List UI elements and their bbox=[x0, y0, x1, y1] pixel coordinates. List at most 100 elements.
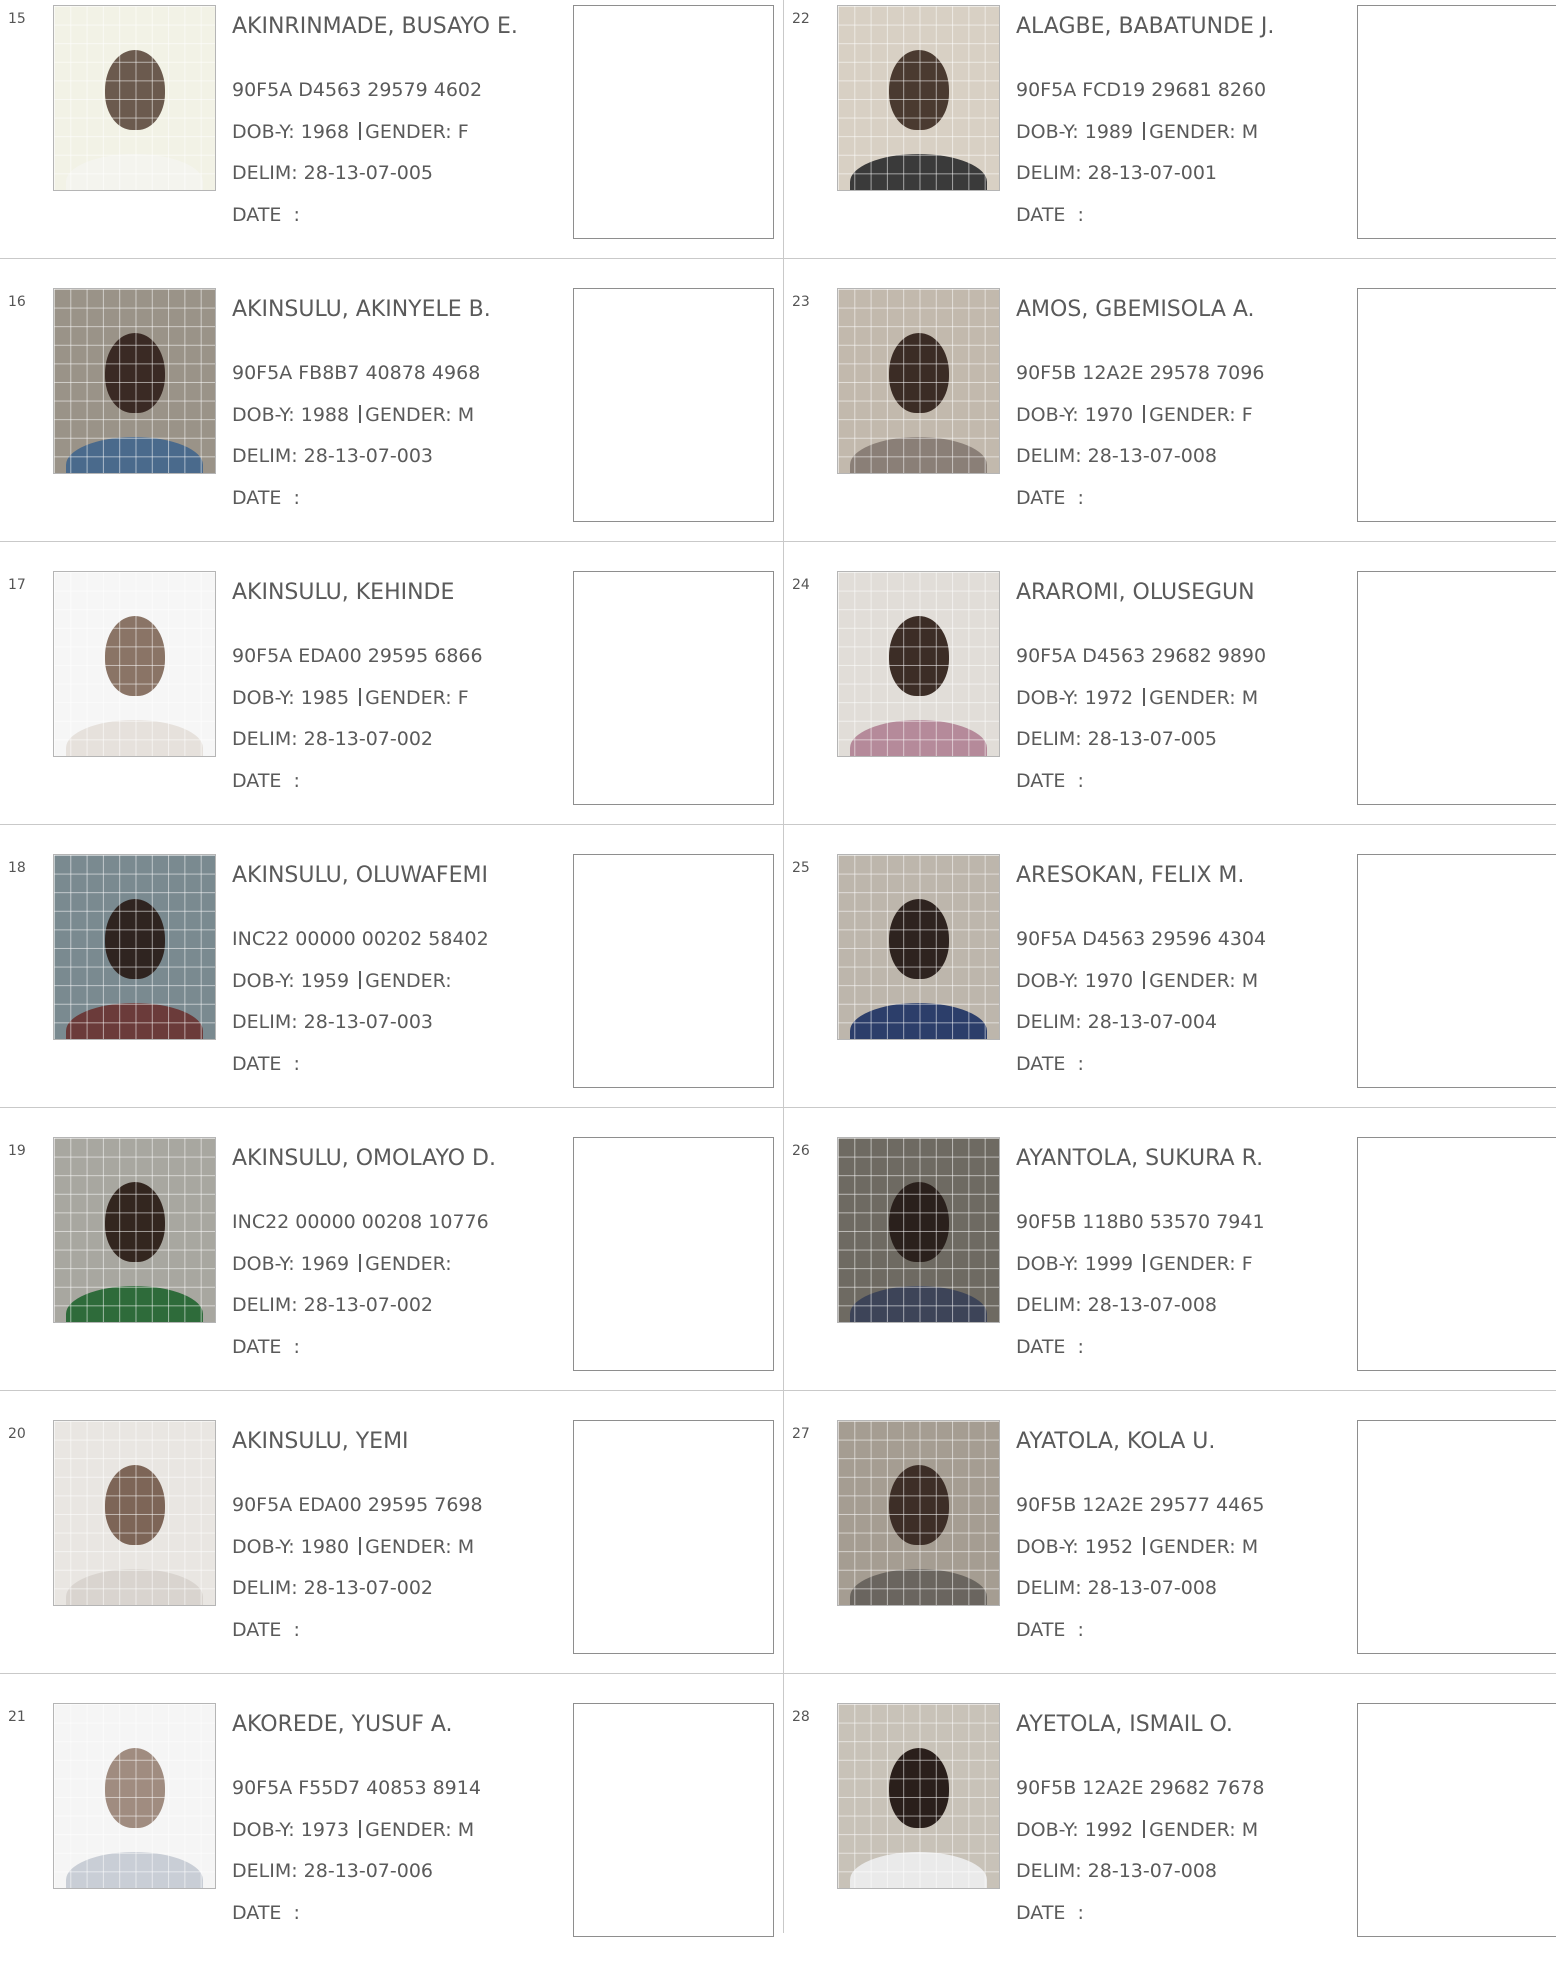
separator-bar bbox=[359, 1820, 362, 1838]
voter-record-card: 26 AYANTOLA, SUKURA R. 90F5B 118B0 53570 7… bbox=[784, 1132, 1556, 1415]
gender: GENDER: M bbox=[1149, 970, 1259, 992]
dob-year: DOB-Y: 1972 bbox=[1016, 687, 1134, 709]
voter-name: ARAROMI, OLUSEGUN bbox=[1016, 580, 1255, 605]
signature-box bbox=[573, 1420, 774, 1654]
photo-watermark-grid bbox=[54, 6, 215, 190]
signature-box bbox=[1357, 288, 1556, 522]
dob-year: DOB-Y: 1999 bbox=[1016, 1253, 1134, 1275]
dob-year: DOB-Y: 1970 bbox=[1016, 970, 1134, 992]
voter-record-card: 22 ALAGBE, BABATUNDE J. 90F5A FCD19 29681 … bbox=[784, 0, 1556, 283]
voter-photo bbox=[53, 1420, 216, 1606]
date-label: DATE : bbox=[1016, 1619, 1084, 1641]
record-number: 25 bbox=[792, 860, 810, 876]
gender: GENDER: M bbox=[1149, 687, 1259, 709]
photo-watermark-grid bbox=[838, 1421, 999, 1605]
photo-watermark-grid bbox=[54, 1704, 215, 1888]
voter-record-card: 15 AKINRINMADE, BUSAYO E. 90F5A D4563 2957… bbox=[0, 0, 783, 283]
separator-bar bbox=[1143, 688, 1146, 706]
dob-year: DOB-Y: 1988 bbox=[232, 404, 350, 426]
gender: GENDER: F bbox=[365, 687, 469, 709]
voter-name: AKINSULU, AKINYELE B. bbox=[232, 297, 491, 322]
separator-bar bbox=[1143, 122, 1146, 140]
photo-watermark-grid bbox=[54, 1421, 215, 1605]
delimitation-code: DELIM: 28-13-07-002 bbox=[232, 1577, 434, 1599]
voter-id-number: 90F5A FB8B7 40878 4968 bbox=[232, 362, 481, 384]
date-label: DATE : bbox=[232, 1053, 300, 1075]
date-label: DATE : bbox=[232, 1619, 300, 1641]
signature-box bbox=[573, 1703, 774, 1937]
photo-watermark-grid bbox=[54, 289, 215, 473]
date-label: DATE : bbox=[1016, 204, 1084, 226]
voter-record-card: 19 AKINSULU, OMOLAYO D. INC22 00000 00208 … bbox=[0, 1132, 783, 1415]
photo-watermark-grid bbox=[838, 6, 999, 190]
dob-gender-line: DOB-Y: 1989 GENDER: M bbox=[1016, 121, 1258, 143]
dob-year: DOB-Y: 1968 bbox=[232, 121, 350, 143]
record-number: 24 bbox=[792, 577, 810, 593]
separator-bar bbox=[1143, 1254, 1146, 1272]
gender: GENDER: M bbox=[365, 1536, 475, 1558]
separator-bar bbox=[1143, 1820, 1146, 1838]
voter-record-card: 25 ARESOKAN, FELIX M. 90F5A D4563 29596 43… bbox=[784, 849, 1556, 1132]
dob-gender-line: DOB-Y: 1999 GENDER: F bbox=[1016, 1253, 1253, 1275]
voter-name: ALAGBE, BABATUNDE J. bbox=[1016, 14, 1275, 39]
dob-gender-line: DOB-Y: 1959 GENDER: bbox=[232, 970, 452, 992]
dob-year: DOB-Y: 1970 bbox=[1016, 404, 1134, 426]
gender: GENDER: F bbox=[1149, 1253, 1253, 1275]
voter-name: AKINSULU, OLUWAFEMI bbox=[232, 863, 488, 888]
record-number: 28 bbox=[792, 1709, 810, 1725]
voter-id-number: 90F5B 12A2E 29682 7678 bbox=[1016, 1777, 1265, 1799]
voter-name: AKINSULU, KEHINDE bbox=[232, 580, 455, 605]
delimitation-code: DELIM: 28-13-07-002 bbox=[232, 728, 434, 750]
gender: GENDER: M bbox=[1149, 1536, 1259, 1558]
voter-record-card: 18 AKINSULU, OLUWAFEMI INC22 00000 00202 5… bbox=[0, 849, 783, 1132]
separator-bar bbox=[359, 122, 362, 140]
signature-box bbox=[1357, 571, 1556, 805]
photo-watermark-grid bbox=[838, 289, 999, 473]
delimitation-code: DELIM: 28-13-07-001 bbox=[1016, 162, 1218, 184]
signature-box bbox=[1357, 5, 1556, 239]
delimitation-code: DELIM: 28-13-07-008 bbox=[1016, 1294, 1218, 1316]
gender: GENDER: bbox=[365, 1253, 452, 1275]
voter-name: ARESOKAN, FELIX M. bbox=[1016, 863, 1245, 888]
dob-year: DOB-Y: 1959 bbox=[232, 970, 350, 992]
dob-year: DOB-Y: 1952 bbox=[1016, 1536, 1134, 1558]
voter-id-number: 90F5B 12A2E 29578 7096 bbox=[1016, 362, 1265, 384]
gender: GENDER: M bbox=[365, 404, 475, 426]
gender: GENDER: bbox=[365, 970, 452, 992]
dob-year: DOB-Y: 1973 bbox=[232, 1819, 350, 1841]
row-divider bbox=[0, 541, 1556, 542]
signature-box bbox=[573, 854, 774, 1088]
separator-bar bbox=[1143, 971, 1146, 989]
voter-photo bbox=[53, 5, 216, 191]
dob-gender-line: DOB-Y: 1952 GENDER: M bbox=[1016, 1536, 1258, 1558]
signature-box bbox=[1357, 854, 1556, 1088]
dob-gender-line: DOB-Y: 1988 GENDER: M bbox=[232, 404, 474, 426]
gender: GENDER: F bbox=[1149, 404, 1253, 426]
delimitation-code: DELIM: 28-13-07-005 bbox=[232, 162, 434, 184]
photo-watermark-grid bbox=[838, 1138, 999, 1322]
separator-bar bbox=[359, 1537, 362, 1555]
delimitation-code: DELIM: 28-13-07-005 bbox=[1016, 728, 1218, 750]
signature-box bbox=[573, 5, 774, 239]
dob-year: DOB-Y: 1992 bbox=[1016, 1819, 1134, 1841]
record-number: 20 bbox=[8, 1426, 26, 1442]
voter-record-card: 16 AKINSULU, AKINYELE B. 90F5A FB8B7 40878… bbox=[0, 283, 783, 566]
dob-gender-line: DOB-Y: 1968 GENDER: F bbox=[232, 121, 469, 143]
voter-name: AKINRINMADE, BUSAYO E. bbox=[232, 14, 518, 39]
delimitation-code: DELIM: 28-13-07-008 bbox=[1016, 445, 1218, 467]
delimitation-code: DELIM: 28-13-07-008 bbox=[1016, 1577, 1218, 1599]
date-label: DATE : bbox=[232, 1902, 300, 1924]
row-divider bbox=[0, 258, 1556, 259]
photo-watermark-grid bbox=[838, 1704, 999, 1888]
voter-id-number: 90F5B 118B0 53570 7941 bbox=[1016, 1211, 1265, 1233]
gender: GENDER: M bbox=[1149, 121, 1259, 143]
record-number: 21 bbox=[8, 1709, 26, 1725]
dob-year: DOB-Y: 1985 bbox=[232, 687, 350, 709]
delimitation-code: DELIM: 28-13-07-008 bbox=[1016, 1860, 1218, 1882]
dob-gender-line: DOB-Y: 1972 GENDER: M bbox=[1016, 687, 1258, 709]
photo-watermark-grid bbox=[54, 572, 215, 756]
delimitation-code: DELIM: 28-13-07-003 bbox=[232, 445, 434, 467]
dob-gender-line: DOB-Y: 1992 GENDER: M bbox=[1016, 1819, 1258, 1841]
date-label: DATE : bbox=[1016, 487, 1084, 509]
voter-photo bbox=[837, 854, 1000, 1040]
